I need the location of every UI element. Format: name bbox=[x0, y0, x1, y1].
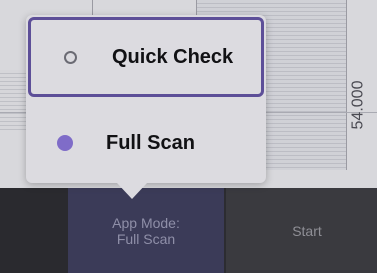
start-button-label: Start bbox=[292, 222, 322, 239]
app-mode-menu: Quick Check Full Scan bbox=[26, 15, 266, 183]
menu-option-label: Full Scan bbox=[106, 131, 195, 154]
app-mode-label: App Mode: bbox=[112, 214, 180, 231]
menu-pointer-arrow bbox=[117, 183, 147, 199]
axis-value-text: 54.000 bbox=[349, 80, 366, 130]
menu-option-label: Quick Check bbox=[112, 45, 234, 68]
radio-selected-icon[interactable] bbox=[57, 135, 73, 151]
menu-option-full-scan[interactable]: Full Scan bbox=[26, 101, 266, 185]
app-mode-button[interactable]: App Mode: Full Scan bbox=[68, 188, 224, 273]
toolbar-spacer bbox=[0, 188, 68, 273]
start-button[interactable]: Start bbox=[226, 188, 377, 273]
app-screen: 54.000 App Mode: Full Scan Start Quick C… bbox=[0, 0, 377, 273]
menu-option-quick-check[interactable]: Quick Check bbox=[28, 17, 264, 97]
app-mode-value: Full Scan bbox=[116, 230, 176, 247]
bottom-toolbar: App Mode: Full Scan Start bbox=[0, 188, 377, 273]
radio-unselected-icon[interactable] bbox=[64, 50, 77, 64]
graph-axis-label: 54.000 bbox=[338, 70, 377, 140]
